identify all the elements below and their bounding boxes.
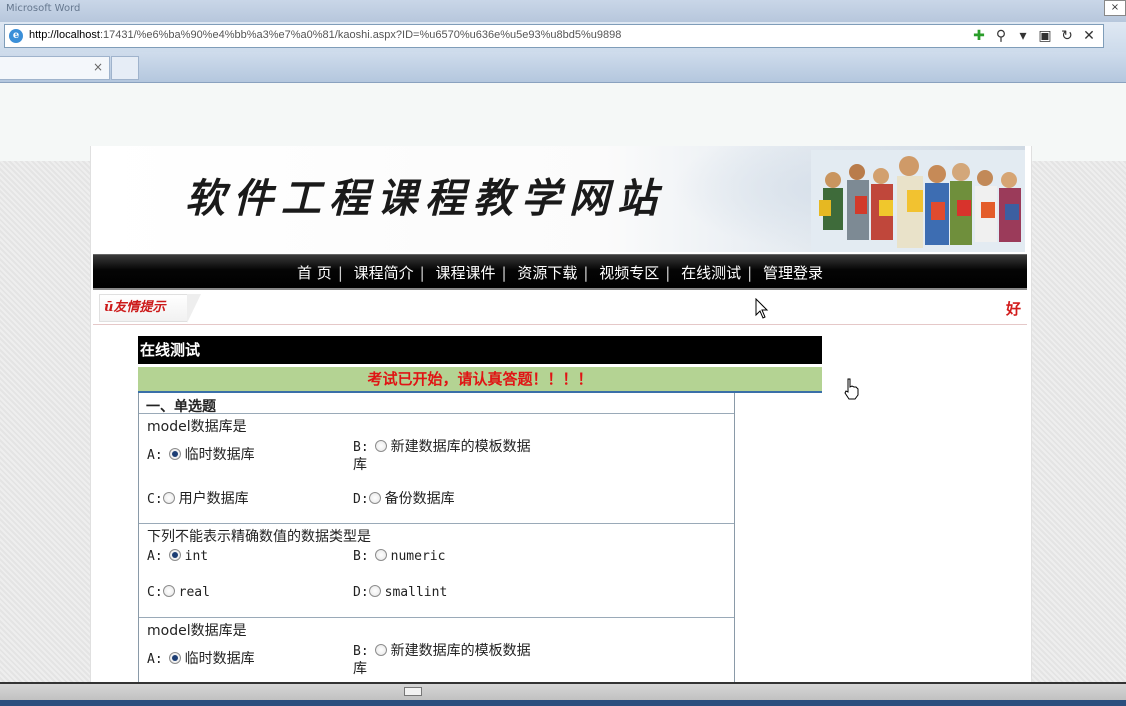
window-close-button[interactable]: × (1104, 0, 1126, 16)
radio-button[interactable] (368, 492, 381, 504)
question-3: model数据库是 A: 临时数据库 B: 新建数据库的模板数据 库 (139, 617, 734, 683)
option-d[interactable]: D: smallint (353, 584, 447, 600)
url-text: http://localhost:17431/%e6%ba%90%e4%bb%a… (29, 29, 622, 41)
address-tools: ✚ ⚲ ▾ ▣ ↻ ✕ (971, 27, 1097, 45)
tip-label: ū友情提示 (99, 294, 201, 323)
nav-separator: | (665, 264, 671, 282)
stop-icon[interactable]: ✕ (1081, 27, 1097, 45)
option-c[interactable]: C: 用户数据库 (147, 488, 249, 508)
window-title: Microsoft Word (6, 3, 81, 14)
radio-button[interactable] (374, 644, 387, 656)
taskbar-edge (0, 700, 1126, 706)
option-a[interactable]: A: 临时数据库 (147, 648, 255, 668)
question-1: model数据库是 A: 临时数据库 B: 新建数据库的模板数据 库 C: 用户数据库… (139, 413, 734, 524)
option-a[interactable]: A: 临时数据库 (147, 444, 255, 464)
option-b[interactable]: B: numeric (353, 548, 445, 564)
horizontal-scrollbar[interactable] (0, 682, 1126, 706)
search-icon[interactable]: ⚲ (993, 27, 1009, 45)
option-b[interactable]: B: 新建数据库的模板数据 (353, 640, 531, 660)
question-text: model数据库是 (147, 623, 247, 639)
question-text: model数据库是 (147, 419, 247, 435)
option-b-wrap: 库 (353, 457, 367, 473)
nav-online-test[interactable]: 在线测试 (675, 264, 747, 282)
compatibility-view-icon[interactable]: ✚ (971, 27, 987, 45)
exam-questions: 一、单选题 model数据库是 A: 临时数据库 B: 新建数据库的模板数据 库 C… (138, 393, 735, 682)
radio-button[interactable] (162, 585, 175, 597)
option-b-wrap: 库 (353, 661, 367, 677)
page-viewport: 软件工程课程教学网站 首 页 | 课程简介 | 课程课件 | 资源下载 | 视频… (0, 83, 1126, 682)
radio-button[interactable] (368, 585, 381, 597)
radio-button[interactable] (374, 440, 387, 452)
option-c[interactable]: C: real (147, 584, 210, 600)
main-nav: 首 页 | 课程简介 | 课程课件 | 资源下载 | 视频专区 | 在线测试 | 管理登录 (93, 254, 1027, 290)
exam-notice: 考试已开始，请认真答题！！！！ (138, 367, 822, 393)
new-tab-button[interactable] (111, 56, 139, 80)
radio-button[interactable] (168, 652, 181, 664)
tip-bar: ū友情提示 好 (93, 292, 1027, 325)
dropdown-arrow-icon[interactable]: ▾ (1015, 27, 1031, 45)
scrolling-notice: 好 (1005, 300, 1021, 318)
option-a[interactable]: A: int (147, 548, 208, 564)
site-title: 软件工程课程教学网站 (185, 175, 665, 222)
tab-bar: × (0, 52, 1126, 83)
option-b[interactable]: B: 新建数据库的模板数据 (353, 436, 531, 456)
nav-courseware[interactable]: 课程课件 (430, 264, 502, 282)
radio-button[interactable] (168, 549, 181, 561)
mouse-cursor-icon (755, 298, 769, 319)
address-bar: e http://localhost:17431/%e6%ba%90%e4%bb… (0, 22, 1126, 52)
radio-button[interactable] (168, 448, 181, 460)
hand-cursor-icon (844, 378, 859, 400)
students-photo (811, 150, 1025, 252)
option-d[interactable]: D: 备份数据库 (353, 488, 455, 508)
page-background-right (1030, 161, 1126, 682)
tab-close-icon[interactable]: × (93, 60, 103, 74)
ie-page-icon: e (9, 29, 23, 43)
question-text: 下列不能表示精确数值的数据类型是 (147, 529, 371, 545)
nav-separator: | (583, 264, 589, 282)
scrollbar-thumb[interactable] (404, 687, 422, 696)
exam-header: 在线测试 (138, 336, 822, 364)
url-input[interactable]: e http://localhost:17431/%e6%ba%90%e4%bb… (4, 24, 1104, 48)
page-background-left (0, 161, 90, 682)
browser-tab[interactable]: × (0, 56, 110, 80)
page-icon[interactable]: ▣ (1037, 27, 1053, 45)
nav-home[interactable]: 首 页 (291, 264, 338, 282)
nav-separator: | (337, 264, 343, 282)
radio-button[interactable] (162, 492, 175, 504)
nav-admin-login[interactable]: 管理登录 (757, 264, 829, 282)
nav-separator: | (419, 264, 425, 282)
nav-course-intro[interactable]: 课程简介 (348, 264, 420, 282)
refresh-icon[interactable]: ↻ (1059, 27, 1075, 45)
nav-separator: | (501, 264, 507, 282)
page-container: 软件工程课程教学网站 首 页 | 课程简介 | 课程课件 | 资源下载 | 视频… (90, 146, 1032, 682)
nav-videos[interactable]: 视频专区 (593, 264, 665, 282)
question-2: 下列不能表示精确数值的数据类型是 A: int B: numeric C: real … (139, 523, 734, 618)
nav-downloads[interactable]: 资源下载 (511, 264, 583, 282)
nav-separator: | (747, 264, 753, 282)
site-banner: 软件工程课程教学网站 (93, 146, 1025, 252)
radio-button[interactable] (374, 549, 387, 561)
window-title-bar: Microsoft Word × (0, 0, 1126, 22)
